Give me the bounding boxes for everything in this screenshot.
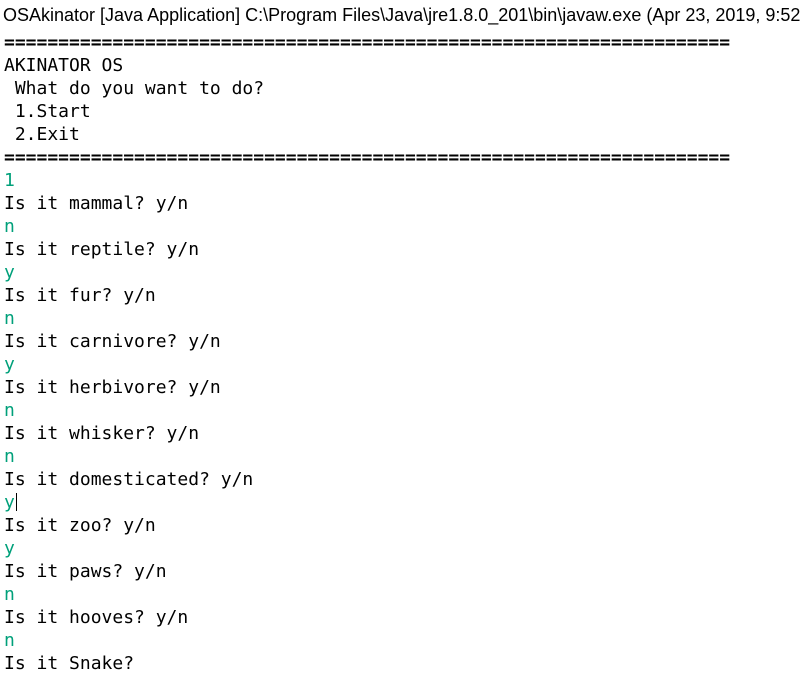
output-line: Is it carnivore? y/n — [4, 331, 221, 352]
output-line: Is it herbivore? y/n — [4, 377, 221, 398]
output-line: Is it reptile? y/n — [4, 239, 200, 260]
user-input-line: n — [4, 584, 15, 605]
text-cursor — [15, 493, 17, 511]
output-line: Is it hooves? y/n — [4, 607, 189, 628]
user-input-line: n — [4, 216, 15, 237]
user-input-line: y — [4, 492, 17, 513]
output-line: 1.Start — [4, 101, 91, 122]
output-line: Is it whisker? y/n — [4, 423, 200, 444]
output-line: What do you want to do? — [4, 78, 265, 99]
output-line: AKINATOR OS — [4, 55, 124, 76]
user-input-line: n — [4, 630, 15, 651]
console-output-area[interactable]: ========================================… — [4, 30, 800, 678]
output-line: Is it domesticated? y/n — [4, 469, 254, 490]
output-line: Is it Snake? — [4, 653, 135, 674]
separator-line: ========================================… — [4, 32, 731, 53]
output-line: 2.Exit — [4, 124, 80, 145]
separator-line: ========================================… — [4, 147, 731, 168]
user-input-line: n — [4, 308, 15, 329]
output-line: Is it fur? y/n — [4, 285, 156, 306]
output-line: Is it paws? y/n — [4, 561, 167, 582]
user-input-line: y — [4, 262, 15, 283]
user-input-line: n — [4, 446, 15, 467]
console-title-bar: OSAkinator [Java Application] C:\Program… — [3, 5, 800, 25]
user-input-line: y — [4, 354, 15, 375]
output-line: Is it mammal? y/n — [4, 193, 189, 214]
user-input-line: n — [4, 400, 15, 421]
user-input-line: y — [4, 538, 15, 559]
output-line: Is it zoo? y/n — [4, 515, 156, 536]
user-input-line: 1 — [4, 170, 15, 191]
